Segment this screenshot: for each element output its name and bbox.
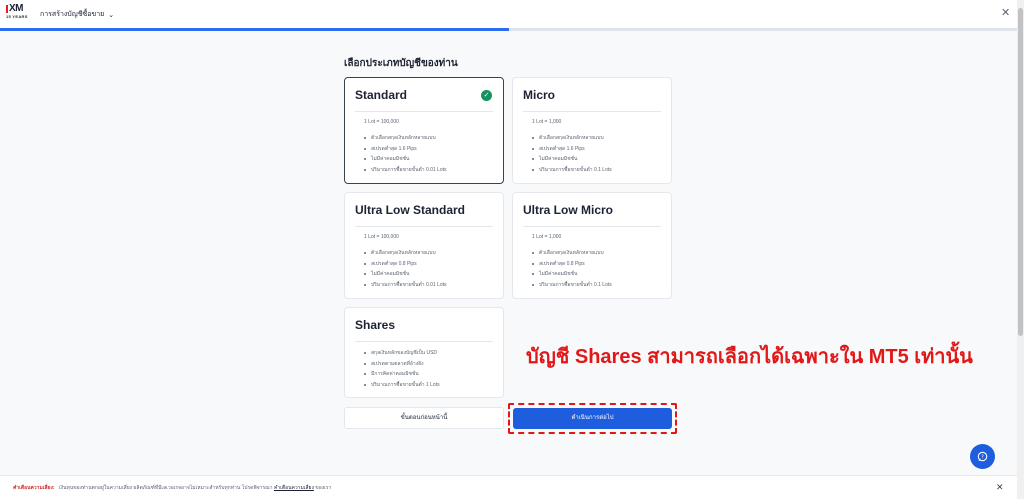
feature-item: ตัวเลือกสกุลเงินหลักหลายแบบ [532, 248, 612, 259]
progress-bar [0, 28, 1017, 31]
scrollbar[interactable] [1017, 0, 1024, 499]
card-divider [355, 226, 493, 227]
feature-list: ตัวเลือกสกุลเงินหลักหลายแบบ สเปรดต่ำสุด … [364, 133, 447, 175]
feature-item: มีการคิดค่าคอมมิชชั่น [364, 369, 440, 380]
card-title: Ultra Low Standard [355, 203, 466, 217]
section-title: เลือกประเภทบัญชีของท่าน [344, 58, 458, 69]
page-title: การสร้างบัญชีซื้อขาย [40, 11, 105, 18]
account-card-ultra-low-standard[interactable]: Ultra Low Standard 1 Lot = 100,000 ตัวเล… [344, 192, 504, 299]
check-icon: ✓ [481, 90, 492, 101]
lot-size: 1 Lot = 1,000 [532, 119, 562, 125]
card-title: Ultra Low Micro [523, 203, 614, 217]
risk-warning-link[interactable]: คำเตือนความเสี่ยง [274, 485, 314, 491]
feature-item: ปริมาณการซื้อขายขั้นต่ำ 0.1 Lots [532, 280, 612, 291]
lot-size: 1 Lot = 100,000 [364, 234, 399, 240]
lot-size: 1 Lot = 100,000 [364, 119, 399, 125]
account-card-standard[interactable]: Standard ✓ 1 Lot = 100,000 ตัวเลือกสกุลเ… [344, 77, 504, 184]
feature-list: ตัวเลือกสกุลเงินหลักหลายแบบ สเปรดต่ำสุด … [532, 133, 612, 175]
feature-item: ไม่มีค่าคอมมิชชั่น [532, 154, 612, 165]
logo-mark [6, 5, 8, 13]
risk-warning-body: เงินทุนของท่านตกอยู่ในความเสี่ยง ผลิตภัณ… [58, 485, 273, 491]
feature-item: ปริมาณการซื้อขายขั้นต่ำ 1 Lots [364, 380, 440, 391]
close-icon[interactable]: ✕ [996, 482, 1004, 493]
chevron-down-icon: ⌄ [108, 11, 115, 19]
svg-text:?: ? [981, 454, 984, 460]
logo-text: XM [9, 3, 24, 14]
card-title: Micro [523, 88, 556, 102]
risk-warning-suffix: ของเรา [315, 485, 332, 491]
feature-item: ตัวเลือกสกุลเงินหลักหลายแบบ [532, 133, 612, 144]
progress-fill [0, 28, 509, 31]
chat-help-icon[interactable]: ? [970, 444, 995, 469]
lot-size: 1 Lot = 1,000 [532, 234, 562, 240]
xm-logo: XM 15 YEARS [6, 4, 30, 24]
card-title: Shares [355, 318, 396, 332]
feature-list: ตัวเลือกสกุลเงินหลักหลายแบบ สเปรดต่ำสุด … [364, 248, 447, 290]
card-title: Standard [355, 88, 408, 102]
feature-item: ตัวเลือกสกุลเงินหลักหลายแบบ [364, 133, 447, 144]
feature-item: ไม่มีค่าคอมมิชชั่น [364, 154, 447, 165]
risk-warning-text: คำเตือนความเสี่ยง: เงินทุนของท่านตกอยู่ใ… [13, 484, 331, 492]
card-divider [523, 226, 661, 227]
card-divider [355, 111, 493, 112]
risk-warning-banner: คำเตือนความเสี่ยง: เงินทุนของท่านตกอยู่ใ… [0, 475, 1017, 499]
feature-item: สเปรดต่ำสุด 1.6 Pips [532, 144, 612, 155]
card-divider [355, 341, 493, 342]
feature-item: สเปรดต่ำสุด 1.6 Pips [364, 144, 447, 155]
account-card-micro[interactable]: Micro 1 Lot = 1,000 ตัวเลือกสกุลเงินหลัก… [512, 77, 672, 184]
top-bar: XM 15 YEARS การสร้างบัญชีซื้อขาย ⌄ ✕ [0, 0, 1017, 28]
account-card-shares[interactable]: Shares สกุลเงินหลักของบัญชีเป็น USD สเปร… [344, 307, 504, 398]
card-divider [523, 111, 661, 112]
feature-item: สเปรดต่ำสุด 0.8 Pips [532, 259, 612, 270]
logo-subtext: 15 YEARS [6, 14, 28, 19]
close-icon[interactable]: ✕ [1001, 6, 1010, 19]
feature-item: ปริมาณการซื้อขายขั้นต่ำ 0.1 Lots [532, 165, 612, 176]
feature-item: สเปรดต่ำสุด 0.8 Pips [364, 259, 447, 270]
account-creation-menu[interactable]: การสร้างบัญชีซื้อขาย ⌄ [40, 9, 114, 20]
previous-step-button[interactable]: ขั้นตอนก่อนหน้านี้ [344, 407, 504, 429]
feature-item: ปริมาณการซื้อขายขั้นต่ำ 0.01 Lots [364, 165, 447, 176]
account-card-ultra-low-micro[interactable]: Ultra Low Micro 1 Lot = 1,000 ตัวเลือกสก… [512, 192, 672, 299]
scrollbar-thumb[interactable] [1018, 8, 1023, 336]
feature-item: สเปรดตามตลาดที่อ้างอิง [364, 359, 440, 370]
continue-button[interactable]: ดำเนินการต่อไป [513, 408, 672, 429]
feature-item: สกุลเงินหลักของบัญชีเป็น USD [364, 348, 440, 359]
shares-mt5-annotation: บัญชี Shares สามารถเลือกได้เฉพาะใน MT5 เ… [526, 346, 973, 368]
feature-item: ตัวเลือกสกุลเงินหลักหลายแบบ [364, 248, 447, 259]
feature-item: ไม่มีค่าคอมมิชชั่น [532, 269, 612, 280]
risk-warning-label: คำเตือนความเสี่ยง: [13, 485, 55, 491]
feature-item: ปริมาณการซื้อขายขั้นต่ำ 0.01 Lots [364, 280, 447, 291]
feature-list: ตัวเลือกสกุลเงินหลักหลายแบบ สเปรดต่ำสุด … [532, 248, 612, 290]
feature-list: สกุลเงินหลักของบัญชีเป็น USD สเปรดตามตลา… [364, 348, 440, 390]
feature-item: ไม่มีค่าคอมมิชชั่น [364, 269, 447, 280]
